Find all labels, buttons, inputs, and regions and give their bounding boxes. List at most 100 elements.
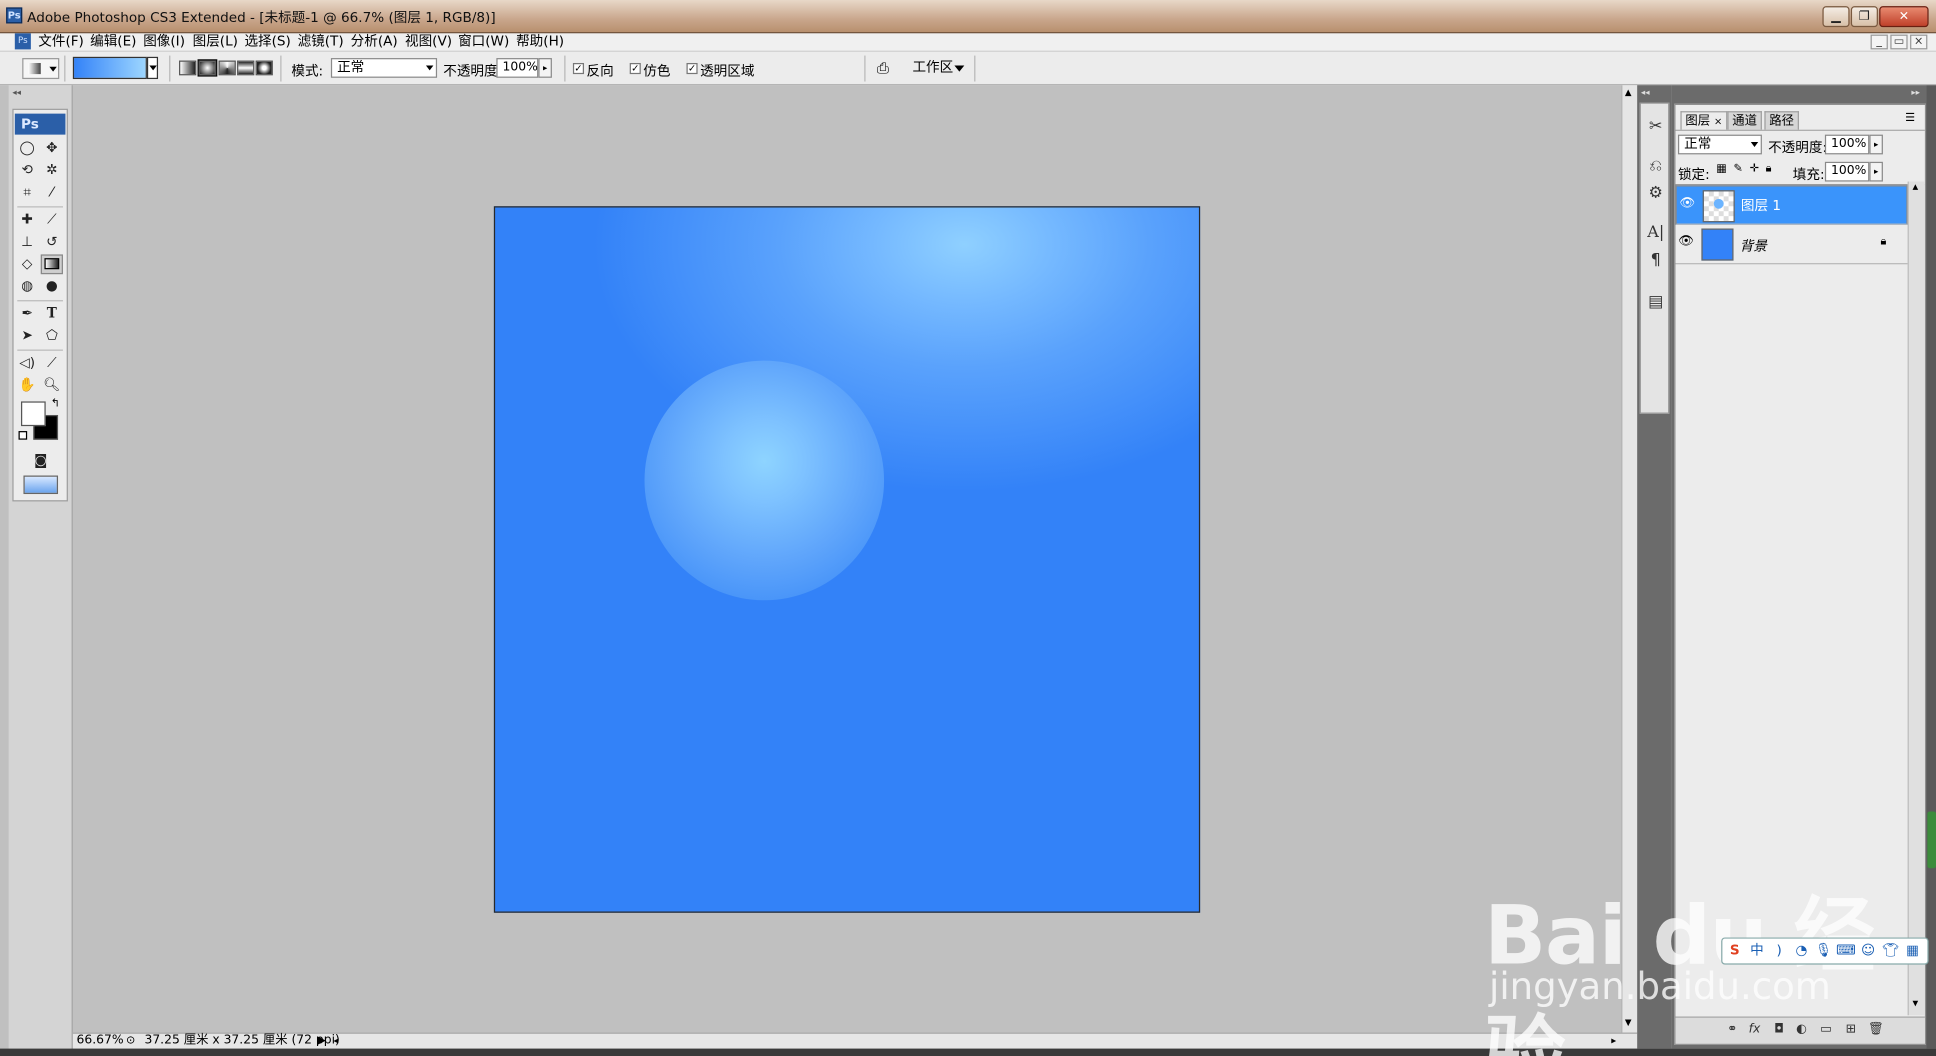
menu-view[interactable]: 视图(V): [405, 33, 452, 50]
ime-user-icon[interactable]: ☺: [1858, 941, 1878, 961]
screen-mode-icon[interactable]: [23, 475, 59, 495]
reflected-gradient-button[interactable]: [237, 60, 255, 76]
gradient-dropdown-button[interactable]: [146, 56, 159, 80]
magic-wand-icon[interactable]: ✲: [41, 161, 63, 181]
document-canvas[interactable]: [493, 206, 1201, 913]
scroll-up-icon[interactable]: ▲: [1625, 88, 1632, 98]
close-icon[interactable]: ×: [1714, 116, 1722, 127]
scroll-left-icon[interactable]: ◂: [333, 1034, 338, 1049]
scroll-right-icon[interactable]: ▸: [1611, 1034, 1616, 1049]
doc-restore-button[interactable]: ▭: [1890, 34, 1908, 50]
new-layer-icon[interactable]: ⊞: [1843, 1023, 1858, 1038]
lasso-tool-icon[interactable]: ⟲: [16, 161, 38, 181]
menu-filter[interactable]: 滤镜(T): [298, 33, 344, 50]
menu-layer[interactable]: 图层(L): [193, 33, 238, 50]
vertical-scrollbar[interactable]: ▲ ▼: [1621, 85, 1638, 1033]
layer-style-icon[interactable]: fx: [1747, 1023, 1762, 1038]
delete-layer-icon[interactable]: 🗑︎: [1868, 1023, 1884, 1038]
lock-pixels-icon[interactable]: ✎: [1734, 163, 1743, 175]
close-button[interactable]: ✕: [1879, 6, 1929, 28]
ime-punctuation-icon[interactable]: ): [1769, 941, 1789, 961]
type-tool-icon[interactable]: T: [41, 304, 63, 324]
tool-preset-picker[interactable]: [22, 58, 60, 80]
minimize-button[interactable]: ▁: [1822, 6, 1850, 28]
status-icon[interactable]: ⊙: [126, 1034, 135, 1049]
expand-icon[interactable]: ▸▸: [1911, 88, 1920, 98]
zoom-level[interactable]: 66.67%: [77, 1034, 124, 1049]
status-menu-arrow-icon[interactable]: ▶: [317, 1034, 326, 1049]
doc-close-button[interactable]: ×: [1910, 34, 1928, 50]
swap-colors-icon[interactable]: ↰: [51, 398, 60, 410]
clone-stamp-icon[interactable]: ⊥: [16, 232, 38, 252]
healing-brush-icon[interactable]: ✚: [16, 210, 38, 230]
visibility-eye-icon[interactable]: 👁︎: [1679, 196, 1695, 211]
ime-skin-icon[interactable]: 👕︎: [1880, 941, 1900, 961]
path-select-icon[interactable]: ➤: [16, 326, 38, 346]
menu-file[interactable]: 文件(F): [38, 33, 84, 50]
lock-transparency-icon[interactable]: ▦: [1716, 163, 1727, 175]
crop-tool-icon[interactable]: ⌗: [16, 183, 38, 203]
zoom-tool-icon[interactable]: 🔍︎: [41, 375, 63, 395]
lock-all-icon[interactable]: 🔒︎: [1766, 163, 1772, 175]
linear-gradient-button[interactable]: [179, 60, 197, 76]
menu-analysis[interactable]: 分析(A): [351, 33, 398, 50]
tab-channels[interactable]: 通道: [1727, 111, 1762, 130]
ime-fullwidth-icon[interactable]: ◔: [1792, 941, 1812, 961]
hand-tool-icon[interactable]: ✋: [16, 375, 38, 395]
opacity-slider-button[interactable]: ▸: [1869, 134, 1883, 155]
layer-mask-icon[interactable]: ◘: [1772, 1023, 1787, 1038]
marquee-tool-icon[interactable]: ◯: [16, 138, 38, 158]
history-brush-icon[interactable]: ↺: [41, 232, 63, 252]
dither-checkbox[interactable]: ✓: [629, 62, 641, 75]
gradient-picker[interactable]: [72, 56, 147, 80]
photoshop-app-icon[interactable]: Ps: [6, 7, 23, 24]
mode-select[interactable]: 正常: [330, 58, 438, 78]
foreground-color-swatch[interactable]: [20, 401, 46, 427]
ps-logo[interactable]: Ps: [14, 113, 66, 135]
layer-row-layer1[interactable]: 👁︎ 图层 1: [1675, 185, 1908, 225]
paragraph-icon[interactable]: ¶: [1645, 249, 1667, 271]
actions-icon[interactable]: ⚙: [1645, 183, 1667, 205]
ime-keyboard-icon[interactable]: ⌨: [1836, 941, 1856, 961]
workspace-button[interactable]: 工作区: [905, 57, 969, 79]
visibility-eye-icon[interactable]: 👁︎: [1678, 235, 1694, 250]
reverse-checkbox[interactable]: ✓: [572, 62, 585, 75]
ime-logo-icon[interactable]: S: [1725, 941, 1745, 961]
slice-tool-icon[interactable]: ⁄: [41, 183, 63, 203]
menu-window[interactable]: 窗口(W): [458, 33, 509, 50]
diamond-gradient-button[interactable]: [255, 60, 273, 76]
eraser-tool-icon[interactable]: ◇: [16, 254, 38, 274]
side-tab[interactable]: [1927, 811, 1936, 869]
tab-paths[interactable]: 路径: [1764, 111, 1799, 130]
menu-image[interactable]: 图像(I): [143, 33, 185, 50]
blur-tool-icon[interactable]: ◍: [16, 277, 38, 297]
bridge-icon[interactable]: ⎙: [872, 59, 894, 78]
scroll-up-icon[interactable]: ▲: [1913, 183, 1919, 192]
collapse-icon[interactable]: ◂◂: [12, 88, 21, 98]
navigator-icon[interactable]: ✂: [1645, 116, 1667, 138]
opacity-slider-button[interactable]: ▸: [538, 58, 552, 78]
restore-button[interactable]: ❐: [1850, 6, 1878, 28]
panel-menu-icon[interactable]: ☰: [1905, 112, 1915, 124]
character-icon[interactable]: A|: [1645, 222, 1667, 244]
document-icon[interactable]: Ps: [14, 33, 31, 50]
transparency-checkbox[interactable]: ✓: [686, 62, 698, 75]
tab-layers[interactable]: 图层 ×: [1680, 111, 1728, 130]
shape-tool-icon[interactable]: ⬠: [41, 326, 63, 346]
gradient-tool-icon[interactable]: [40, 254, 63, 275]
collapse-icon[interactable]: ◂◂: [1641, 88, 1650, 98]
history-icon[interactable]: ⎌: [1645, 156, 1667, 178]
layer-comps-icon[interactable]: ▤: [1645, 291, 1667, 313]
layer-row-background[interactable]: 👁︎ 背景 🔒︎: [1675, 225, 1908, 265]
dodge-tool-icon[interactable]: ●: [41, 277, 63, 297]
fill-input[interactable]: 100%: [1824, 161, 1870, 182]
opacity-input[interactable]: 100%: [496, 58, 539, 78]
blend-mode-select[interactable]: 正常: [1677, 134, 1762, 155]
pen-tool-icon[interactable]: ✒: [16, 304, 38, 324]
layer-opacity-input[interactable]: 100%: [1824, 134, 1870, 155]
notes-tool-icon[interactable]: ◁): [16, 353, 38, 373]
new-group-icon[interactable]: ▭: [1819, 1023, 1834, 1038]
fill-slider-button[interactable]: ▸: [1869, 161, 1883, 182]
brush-tool-icon[interactable]: ⟋: [41, 210, 63, 230]
menu-edit[interactable]: 编辑(E): [90, 33, 136, 50]
